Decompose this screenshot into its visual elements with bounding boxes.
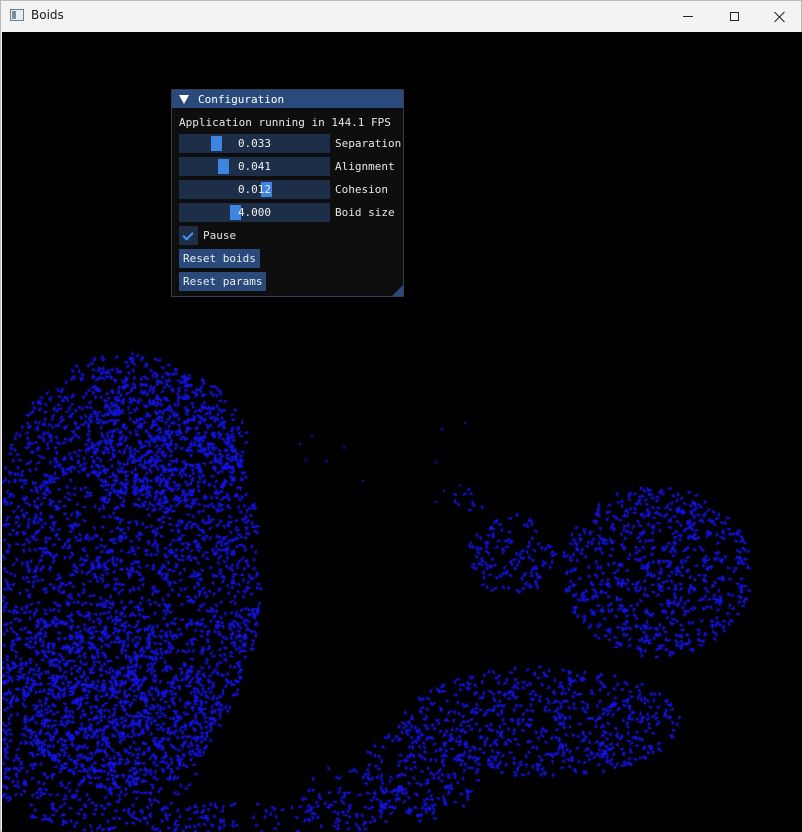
alignment-label: Alignment	[335, 160, 395, 173]
close-button[interactable]	[757, 1, 802, 32]
checkmark-icon	[182, 229, 194, 241]
separation-slider-row: 0.033 Separation	[179, 134, 403, 153]
reset-boids-button[interactable]: Reset boids	[179, 249, 260, 268]
minimize-button[interactable]	[665, 1, 711, 32]
configuration-panel-header[interactable]: Configuration	[172, 90, 403, 108]
separation-value: 0.033	[237, 137, 272, 150]
alignment-slider-row: 0.041 Alignment	[179, 157, 403, 176]
app-window: Boids Configuration Application running …	[0, 0, 802, 832]
configuration-panel-title: Configuration	[198, 92, 285, 106]
cohesion-value: 0.012	[237, 183, 272, 196]
boid-size-label: Boid size	[335, 206, 395, 219]
boids-viewport[interactable]: Configuration Application running in 144…	[2, 32, 802, 832]
pause-checkbox[interactable]	[179, 226, 198, 245]
configuration-panel[interactable]: Configuration Application running in 144…	[171, 89, 404, 297]
reset-params-button[interactable]: Reset params	[179, 272, 267, 291]
alignment-slider[interactable]: 0.041	[179, 157, 330, 176]
separation-slider[interactable]: 0.033	[179, 134, 330, 153]
collapse-triangle-icon[interactable]	[179, 94, 189, 104]
boid-size-value: 4.000	[237, 206, 272, 219]
alignment-value: 0.041	[237, 160, 272, 173]
minimize-icon	[683, 16, 693, 17]
pause-label: Pause	[203, 229, 237, 242]
boid-size-slider[interactable]: 4.000	[179, 203, 330, 222]
resize-grip-icon[interactable]	[392, 285, 403, 296]
maximize-icon	[729, 12, 739, 21]
close-icon	[774, 11, 786, 23]
fps-text: Application running in 144.1 FPS	[179, 116, 391, 129]
app-window-icon	[10, 9, 24, 21]
maximize-button[interactable]	[711, 1, 757, 32]
cohesion-slider-row: 0.012 Cohesion	[179, 180, 403, 199]
cohesion-label: Cohesion	[335, 183, 388, 196]
window-title: Boids	[31, 8, 64, 22]
boid-size-slider-row: 4.000 Boid size	[179, 203, 403, 222]
cohesion-slider[interactable]: 0.012	[179, 180, 330, 199]
title-bar[interactable]: Boids	[1, 1, 801, 32]
separation-label: Separation	[335, 137, 402, 150]
